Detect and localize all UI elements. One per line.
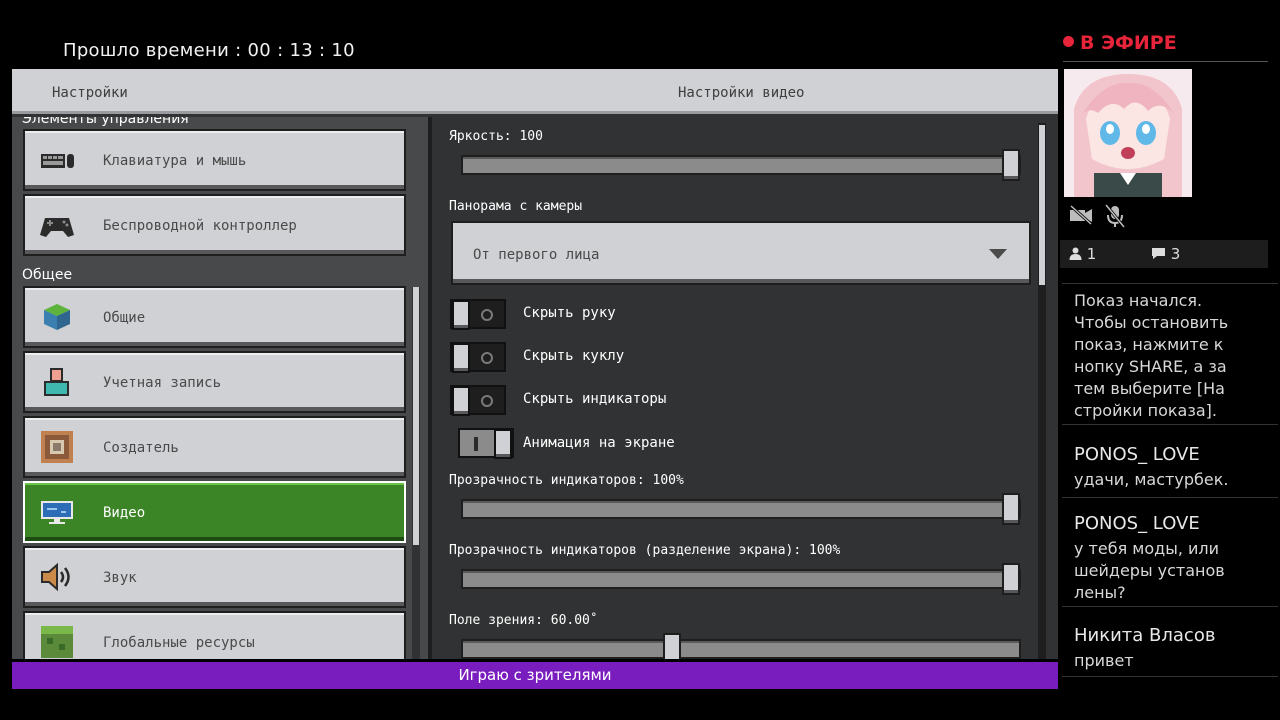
hud-opacity-slider-thumb[interactable]	[1002, 493, 1020, 525]
sidebar-item-video[interactable]: Видео	[23, 481, 406, 543]
sidebar-scrollbar-thumb[interactable]	[413, 287, 419, 545]
settings-sidebar: Элементы управления Клавиатура и мышь Бе…	[12, 117, 432, 659]
toggle-hide-hud[interactable]	[450, 385, 506, 416]
resource-pack-icon	[41, 626, 73, 658]
sidebar-item-label: Клавиатура и мышь	[103, 153, 247, 169]
live-indicator: В ЭФИРЕ	[1063, 32, 1177, 54]
chat-username: Никита Власов	[1074, 625, 1216, 646]
brightness-slider[interactable]	[461, 155, 1021, 175]
monitor-icon	[41, 501, 73, 524]
section-label-general: Общее	[22, 267, 73, 283]
toggle-knob	[452, 343, 470, 373]
viewer-count: 1	[1069, 245, 1096, 263]
sidebar-item-label: Звук	[103, 570, 137, 586]
toggle-label-screen-animations: Анимация на экране	[523, 435, 675, 451]
live-dot-icon	[1063, 36, 1074, 47]
toggle-off-icon	[481, 309, 493, 321]
sidebar-item-label: Создатель	[103, 440, 179, 456]
toggle-label-hide-hand: Скрыть руку	[523, 305, 616, 321]
grass-cube-icon	[44, 304, 70, 330]
video-settings-panel: Яркость: 100 Панорама с камеры От первог…	[436, 117, 1058, 659]
chat-message: удачи, мастурбек.	[1074, 470, 1229, 489]
elapsed-time-label: Прошло времени	[63, 40, 230, 61]
sidebar-item-label: Видео	[103, 505, 146, 521]
fov-slider[interactable]	[461, 639, 1021, 659]
elapsed-time: Прошло времени : 00 : 13 : 10	[63, 40, 355, 61]
fov-label: Поле зрения: 60.00˚	[449, 613, 598, 628]
anime-avatar-image	[1064, 69, 1192, 197]
fov-slider-thumb[interactable]	[663, 633, 682, 659]
split-hud-opacity-label: Прозрачность индикаторов (разделение экр…	[449, 543, 841, 558]
microphone-off-icon	[1105, 204, 1125, 228]
toggle-hide-paperdoll[interactable]	[450, 342, 506, 373]
stream-stats-bar: 1 3	[1060, 240, 1268, 268]
camera-perspective-label: Панорама с камеры	[449, 199, 583, 214]
share-status-bar: Играю с зрителями	[12, 662, 1058, 689]
toggle-hide-hand[interactable]	[450, 299, 506, 330]
gamepad-icon	[40, 218, 74, 237]
command-block-icon	[41, 431, 73, 463]
sidebar-item-audio[interactable]: Звук	[23, 546, 406, 608]
toggle-on-icon	[474, 437, 478, 451]
chat-message: у тебя моды, или шейдеры установ лены?	[1074, 539, 1225, 602]
sidebar-item-keyboard-mouse[interactable]: Клавиатура и мышь	[23, 129, 406, 191]
toggle-knob	[494, 429, 512, 459]
streamer-avatar	[1064, 69, 1192, 197]
hud-opacity-label: Прозрачность индикаторов: 100%	[449, 473, 684, 488]
chat-username: PONOS_ LOVE	[1074, 513, 1200, 534]
section-label-controls: Элементы управления	[22, 117, 189, 127]
sidebar-item-label: Общие	[103, 310, 146, 326]
toggle-off-icon	[481, 395, 493, 407]
viewer-person-icon	[1069, 247, 1082, 260]
split-hud-opacity-slider[interactable]	[461, 569, 1021, 589]
sidebar-item-label: Учетная запись	[103, 375, 222, 391]
sidebar-item-label: Беспроводной контроллер	[103, 218, 297, 234]
brightness-label: Яркость: 100	[449, 129, 543, 144]
game-settings-screen: Настройки Настройки видео Элементы управ…	[12, 69, 1058, 659]
speaker-icon	[41, 562, 70, 592]
chat-divider	[1062, 283, 1278, 284]
camera-perspective-dropdown[interactable]: От первого лица	[451, 221, 1031, 285]
chat-divider	[1062, 606, 1278, 607]
split-hud-opacity-slider-thumb[interactable]	[1002, 563, 1020, 595]
sidebar-item-label: Глобальные ресурсы	[103, 635, 255, 651]
comment-count-value: 3	[1170, 245, 1181, 263]
chat-divider	[1062, 497, 1278, 498]
toggle-knob	[452, 300, 470, 330]
settings-title: Настройки	[52, 85, 128, 101]
account-icon	[44, 368, 69, 396]
hud-opacity-slider[interactable]	[461, 499, 1021, 519]
settings-header: Настройки Настройки видео	[12, 69, 1058, 114]
chat-divider	[1062, 424, 1278, 425]
toggle-screen-animations[interactable]	[458, 428, 514, 459]
sidebar-item-account[interactable]: Учетная запись	[23, 351, 406, 413]
viewer-count-value: 1	[1086, 245, 1097, 263]
toggle-label-hide-hud: Скрыть индикаторы	[523, 391, 667, 407]
camera-off-icon	[1069, 204, 1093, 226]
sidebar-item-general[interactable]: Общие	[23, 286, 406, 348]
elapsed-time-value: 00 : 13 : 10	[247, 40, 355, 61]
camera-perspective-value: От первого лица	[473, 247, 600, 263]
chat-system-message: Показ начался. Чтобы остановить показ, н…	[1074, 291, 1229, 420]
chat-divider	[1062, 676, 1278, 677]
toggle-off-icon	[481, 352, 493, 364]
chevron-down-icon	[989, 249, 1007, 259]
video-settings-title: Настройки видео	[678, 85, 805, 101]
chat-message: привет	[1074, 651, 1134, 670]
sidebar-item-wireless-controller[interactable]: Беспроводной контроллер	[23, 194, 406, 256]
comment-count: 3	[1151, 245, 1180, 263]
sidebar-item-global-resources[interactable]: Глобальные ресурсы	[23, 611, 406, 659]
toggle-label-hide-paperdoll: Скрыть куклу	[523, 348, 625, 364]
brightness-slider-thumb[interactable]	[1002, 149, 1020, 181]
chat-username: PONOS_ LOVE	[1074, 444, 1200, 465]
video-settings-scrollbar-thumb[interactable]	[1039, 125, 1045, 285]
live-label: В ЭФИРЕ	[1080, 32, 1177, 54]
live-divider	[1063, 61, 1268, 62]
keyboard-mouse-icon	[41, 154, 74, 168]
comment-bubble-icon	[1152, 248, 1165, 259]
sidebar-item-creator[interactable]: Создатель	[23, 416, 406, 478]
toggle-knob	[452, 386, 470, 416]
